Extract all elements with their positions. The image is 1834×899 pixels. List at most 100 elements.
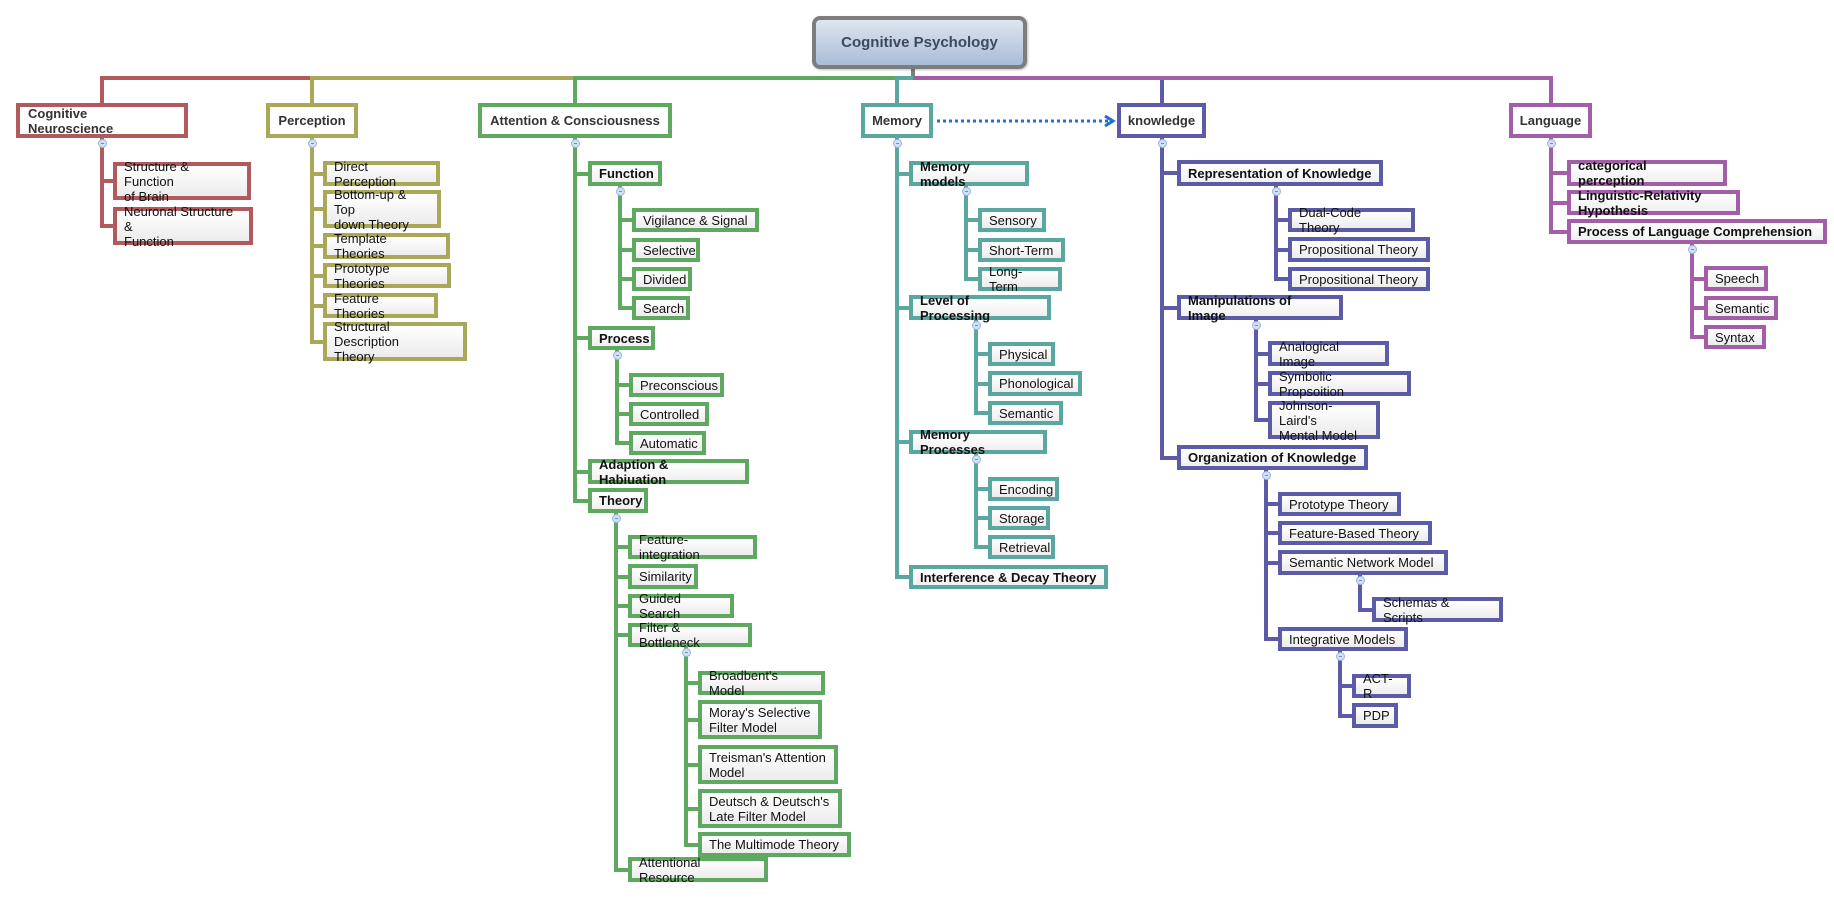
topic-prototype-theory[interactable]: Prototype Theory: [1278, 492, 1401, 516]
topic-neuronal-structure-function[interactable]: Neuronal Structure & Function: [113, 204, 253, 249]
topic-label: Symbolic Propsoition: [1279, 368, 1345, 399]
topic-act-r[interactable]: ACT-R: [1352, 671, 1411, 701]
topic-language[interactable]: Language: [1509, 103, 1592, 138]
topic-feature-theories[interactable]: Feature Theories: [323, 291, 438, 321]
topic-label: categorical perception: [1578, 158, 1647, 188]
collapse-toggle-icon[interactable]: [1251, 321, 1261, 330]
topic-memory-models[interactable]: Memory models: [909, 158, 1029, 189]
topic-knowledge[interactable]: knowledge: [1117, 103, 1206, 138]
topic-johnson-laird-s-mental-model[interactable]: Johnson-Laird's Mental Model: [1268, 398, 1380, 443]
collapse-toggle-icon[interactable]: [892, 139, 902, 148]
root-topic[interactable]: Cognitive Psychology: [812, 16, 1027, 69]
collapse-toggle-icon[interactable]: [1157, 139, 1167, 148]
topic-speech[interactable]: Speech: [1704, 266, 1768, 291]
topic-semantic[interactable]: Semantic: [1704, 296, 1778, 320]
collapse-toggle-icon[interactable]: [1261, 471, 1271, 480]
topic-attention-consciousness[interactable]: Attention & Consciousness: [478, 103, 672, 138]
topic-interference-decay-theory[interactable]: Interference & Decay Theory: [909, 565, 1108, 589]
topic-memory-processes[interactable]: Memory Processes: [909, 427, 1047, 457]
topic-encoding[interactable]: Encoding: [988, 477, 1059, 501]
topic-syntax[interactable]: Syntax: [1704, 325, 1766, 349]
topic-direct-perception[interactable]: Direct Perception: [323, 159, 440, 189]
topic-similarity[interactable]: Similarity: [628, 564, 698, 589]
topic-vigilance-signal[interactable]: Vigilance & Signal: [632, 208, 759, 232]
topic-structure-function-of-brain[interactable]: Structure & Function of Brain: [113, 159, 251, 204]
topic-prototype-theories[interactable]: Prototype Theories: [323, 261, 451, 291]
collapse-toggle-icon[interactable]: [1355, 576, 1365, 585]
topic-adaption-habiuation[interactable]: Adaption & Habiuation: [588, 457, 749, 487]
topic-pdp[interactable]: PDP: [1352, 703, 1398, 728]
topic-guided-search[interactable]: Guided Search: [628, 591, 734, 621]
collapse-toggle-icon[interactable]: [611, 514, 621, 523]
topic-process[interactable]: Process: [588, 326, 655, 350]
topic-memory[interactable]: Memory: [861, 103, 933, 138]
topic-label: ACT-R: [1363, 671, 1393, 701]
topic-label: Storage: [999, 510, 1045, 526]
topic-phonological[interactable]: Phonological: [988, 371, 1082, 396]
topic-analogical-image[interactable]: Analogical Image: [1268, 339, 1389, 369]
topic-dual-code-theory[interactable]: Dual-Code Theory: [1288, 205, 1415, 235]
topic-linguistic-relativity-hypothesis[interactable]: Linguistic-Relativity Hypothesis: [1567, 188, 1740, 218]
topic-selective[interactable]: Selective: [632, 238, 700, 262]
topic-feature-based-theory[interactable]: Feature-Based Theory: [1278, 521, 1432, 545]
topic-template-theories[interactable]: Template Theories: [323, 231, 450, 261]
topic-filter-bottleneck[interactable]: Filter & Bottleneck: [628, 620, 752, 650]
topic-moray-s-selective-filter-model[interactable]: Moray's Selective Filter Model: [698, 700, 822, 739]
topic-storage[interactable]: Storage: [988, 506, 1050, 530]
topic-categorical-perception[interactable]: categorical perception: [1567, 158, 1727, 188]
topic-label: Template Theories: [334, 231, 387, 261]
topic-level-of-processing[interactable]: Level of Processing: [909, 293, 1051, 323]
topic-label: Memory models: [920, 158, 970, 189]
topic-propositional-theory[interactable]: Propositional Theory: [1288, 267, 1430, 291]
topic-physical[interactable]: Physical: [988, 342, 1055, 366]
topic-retrieval[interactable]: Retrieval: [988, 535, 1055, 559]
topic-automatic[interactable]: Automatic: [629, 431, 706, 455]
topic-schemas-scripts[interactable]: Schemas & Scripts: [1372, 595, 1503, 625]
topic-label: Organization of Knowledge: [1188, 450, 1357, 465]
topic-representation-of-knowledge[interactable]: Representation of Knowledge: [1177, 160, 1383, 186]
topic-label: Syntax: [1715, 329, 1755, 345]
topic-deutsch-deutsch-s-late-filter-model[interactable]: Deutsch & Deutsch's Late Filter Model: [698, 789, 842, 828]
topic-controlled[interactable]: Controlled: [629, 402, 709, 426]
topic-label: Interference & Decay Theory: [920, 569, 1097, 585]
topic-search[interactable]: Search: [632, 296, 690, 320]
collapse-toggle-icon[interactable]: [612, 351, 622, 360]
collapse-toggle-icon[interactable]: [1546, 139, 1556, 148]
topic-structural-description-theory[interactable]: Structural Description Theory: [323, 319, 467, 364]
collapse-toggle-icon[interactable]: [971, 455, 981, 464]
collapse-toggle-icon[interactable]: [961, 187, 971, 196]
topic-symbolic-propsoition[interactable]: Symbolic Propsoition: [1268, 368, 1411, 399]
topic-theory[interactable]: Theory: [588, 488, 648, 513]
topic-long-term[interactable]: Long-Term: [978, 264, 1062, 294]
collapse-toggle-icon[interactable]: [570, 139, 580, 148]
topic-feature-integration[interactable]: Feature-integration: [628, 532, 757, 562]
topic-bottom-up-top-down-theory[interactable]: Bottom-up & Top down Theory: [323, 187, 441, 232]
topic-perception[interactable]: Perception: [266, 103, 358, 138]
collapse-toggle-icon[interactable]: [307, 139, 317, 148]
topic-label: Cognitive Neuroscience: [28, 105, 114, 136]
topic-function[interactable]: Function: [588, 161, 662, 186]
topic-organization-of-knowledge[interactable]: Organization of Knowledge: [1177, 445, 1368, 470]
topic-cognitive-neuroscience[interactable]: Cognitive Neuroscience: [16, 103, 188, 138]
topic-attentional-resource[interactable]: Attentional Resource: [628, 855, 768, 885]
topic-semantic-network-model[interactable]: Semantic Network Model: [1278, 550, 1448, 575]
collapse-toggle-icon[interactable]: [1687, 245, 1697, 254]
collapse-toggle-icon[interactable]: [1335, 652, 1345, 661]
collapse-toggle-icon[interactable]: [681, 648, 691, 657]
topic-process-of-language-comprehension[interactable]: Process of Language Comprehension: [1567, 219, 1827, 244]
topic-preconscious[interactable]: Preconscious: [629, 373, 724, 397]
topic-manipulations-of-image[interactable]: Manipulations of Image: [1177, 293, 1343, 323]
topic-short-term[interactable]: Short-Term: [978, 238, 1065, 262]
topic-integrative-models[interactable]: Integrative Models: [1278, 627, 1408, 651]
topic-the-multimode-theory[interactable]: The Multimode Theory: [698, 832, 851, 857]
collapse-toggle-icon[interactable]: [615, 187, 625, 196]
topic-divided[interactable]: Divided: [632, 267, 692, 291]
topic-propositional-theory[interactable]: Propositional Theory: [1288, 237, 1430, 262]
topic-sensory[interactable]: Sensory: [978, 208, 1046, 232]
collapse-toggle-icon[interactable]: [971, 321, 981, 330]
topic-semantic[interactable]: Semantic: [988, 401, 1063, 425]
topic-treisman-s-attention-model[interactable]: Treisman's Attention Model: [698, 745, 838, 784]
collapse-toggle-icon[interactable]: [1271, 187, 1281, 196]
collapse-toggle-icon[interactable]: [97, 139, 107, 148]
topic-broadbent-s-model[interactable]: Broadbent's Model: [698, 668, 825, 698]
